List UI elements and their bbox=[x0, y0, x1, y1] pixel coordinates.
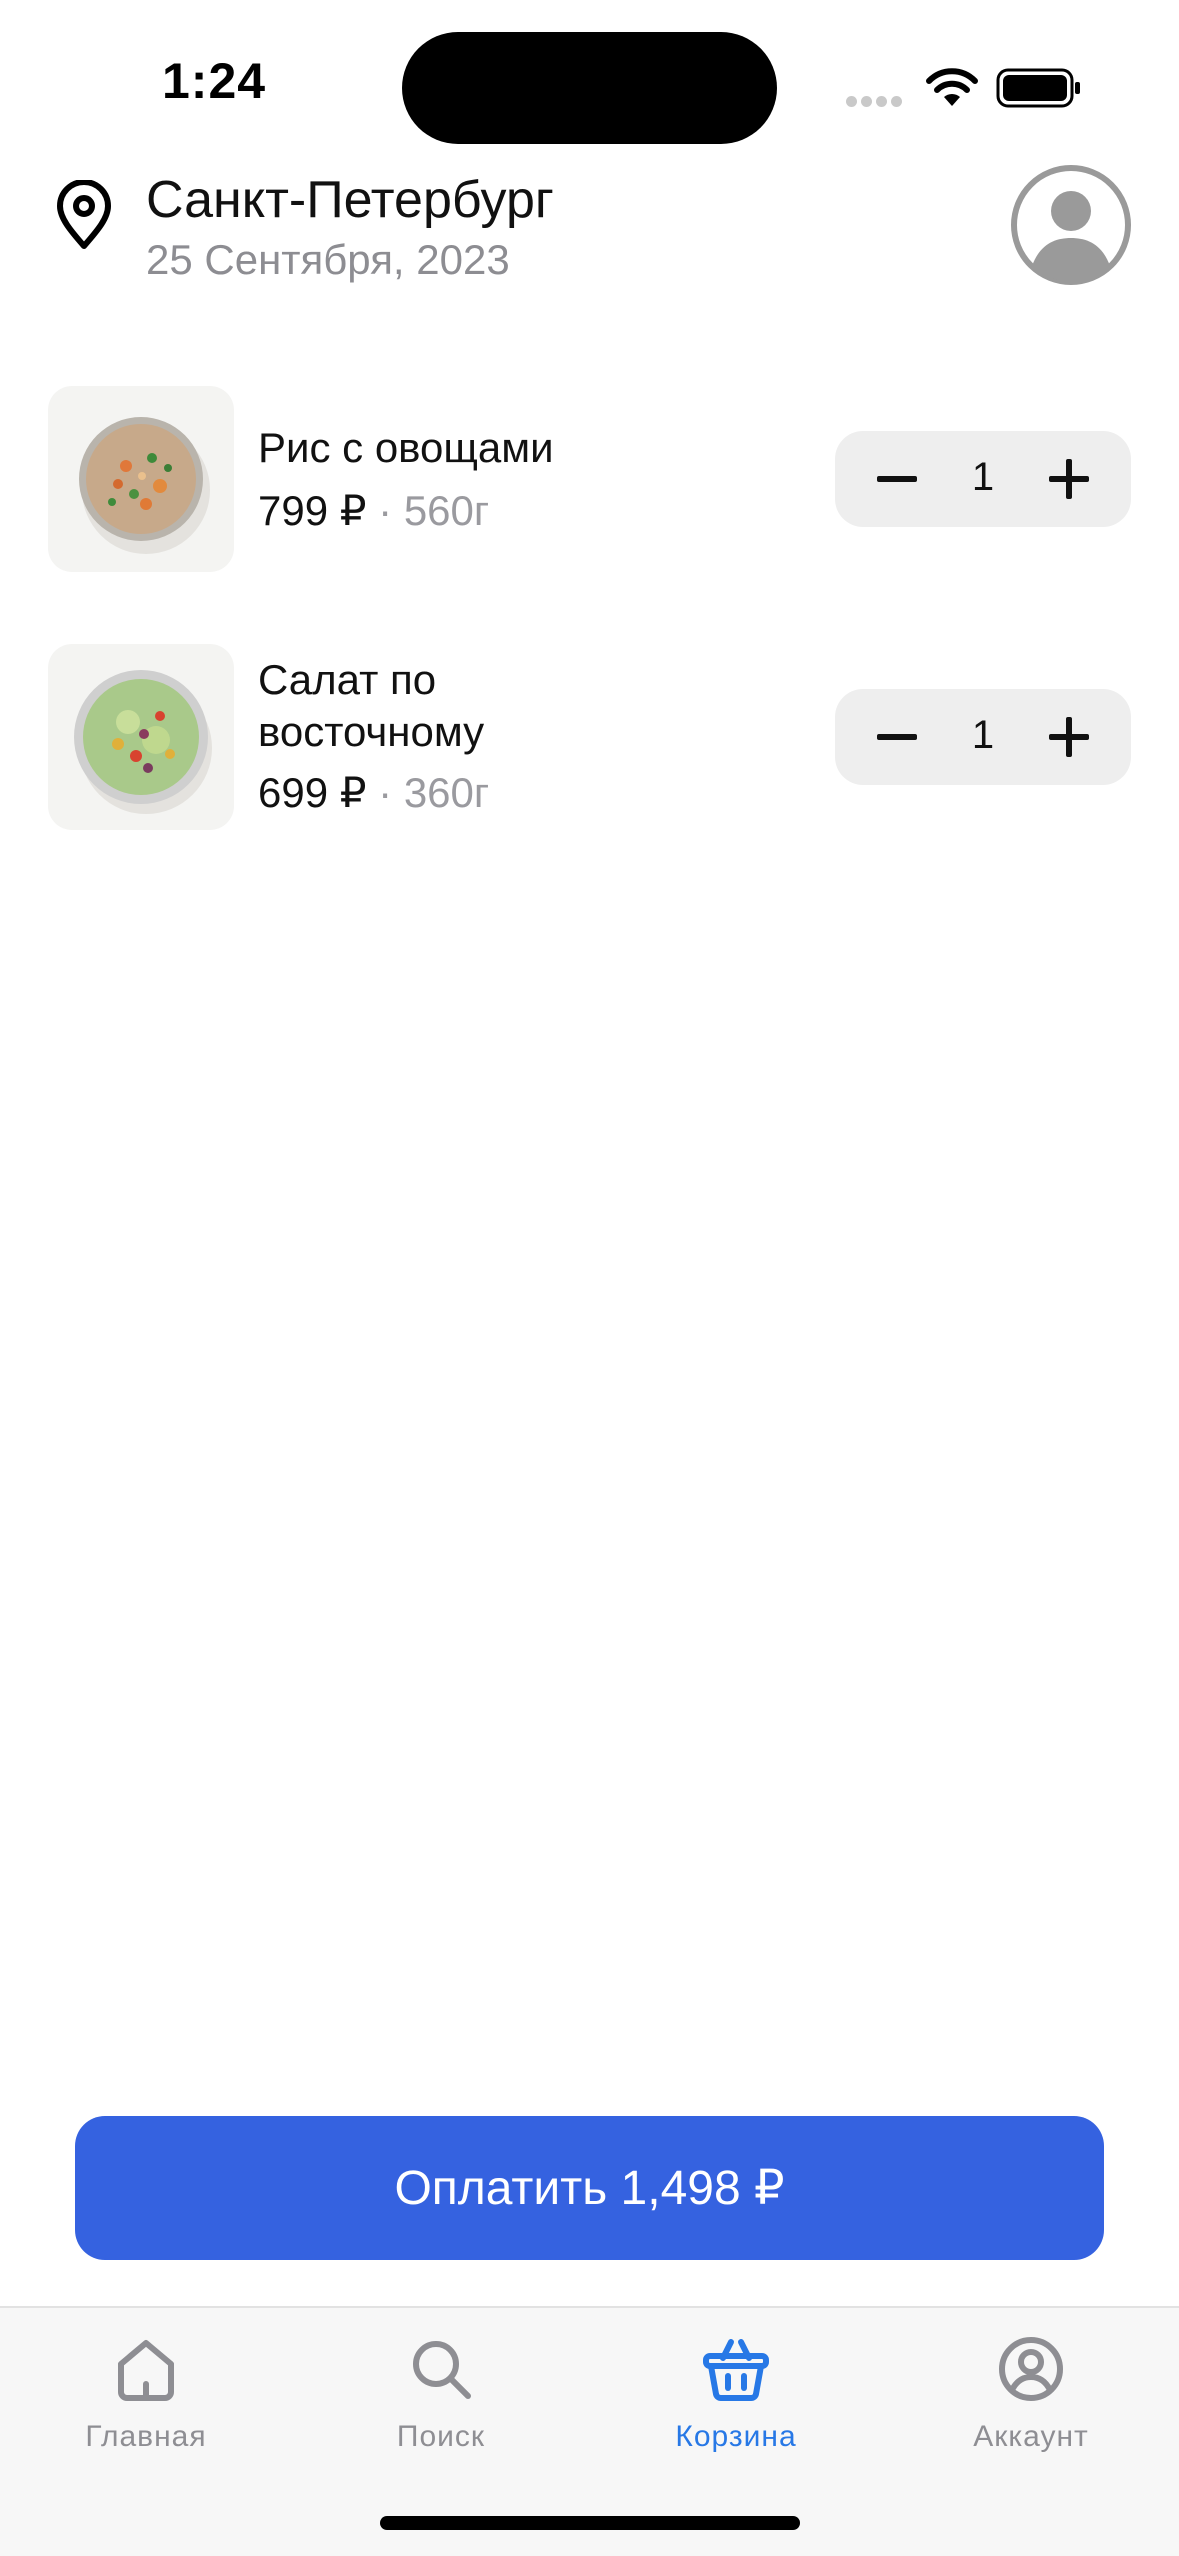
price-separator: · bbox=[378, 487, 393, 534]
basket-icon bbox=[703, 2339, 769, 2401]
item-photo-rice bbox=[48, 386, 234, 572]
tab-search[interactable]: Поиск bbox=[341, 2334, 541, 2484]
item-price: 699 ₽ bbox=[258, 769, 367, 816]
search-icon bbox=[413, 2341, 471, 2399]
home-icon bbox=[118, 2340, 174, 2401]
location-header: Санкт-Петербург 25 Сентября, 2023 bbox=[0, 160, 1179, 310]
price-separator: · bbox=[378, 769, 393, 816]
status-time: 1:24 bbox=[162, 53, 267, 109]
wifi-icon bbox=[926, 68, 978, 106]
home-indicator bbox=[380, 2516, 800, 2530]
item-weight: 560г bbox=[403, 487, 490, 534]
item-price: 799 ₽ bbox=[258, 487, 367, 534]
location-pin-icon[interactable] bbox=[52, 180, 116, 250]
tab-label: Аккаунт bbox=[973, 2420, 1089, 2453]
pay-button[interactable]: Оплатить 1,498 ₽ bbox=[75, 2116, 1104, 2260]
avatar[interactable] bbox=[1010, 164, 1132, 286]
tab-label: Поиск bbox=[396, 2420, 486, 2453]
tab-account[interactable]: Аккаунт bbox=[931, 2334, 1131, 2484]
city-name[interactable]: Санкт-Петербург bbox=[146, 170, 554, 230]
tab-bar: Главная Поиск Корзина Аккаунт bbox=[0, 2306, 1179, 2556]
dynamic-island bbox=[402, 32, 777, 144]
item-name: Рис с овощами bbox=[258, 424, 554, 471]
quantity-stepper: 1 bbox=[835, 431, 1131, 527]
delivery-date: 25 Сентября, 2023 bbox=[146, 236, 510, 283]
item-price-line: 799 ₽ · 560г bbox=[258, 486, 489, 535]
account-icon bbox=[999, 2337, 1063, 2401]
item-weight: 360г bbox=[403, 769, 490, 816]
cart-item: Салат по восточному 699 ₽ · 360г 1 bbox=[0, 644, 1179, 830]
battery-icon bbox=[996, 68, 1080, 108]
cellular-signal-icon bbox=[846, 94, 906, 107]
item-photo-salad bbox=[48, 644, 234, 830]
plus-icon[interactable] bbox=[1043, 711, 1095, 763]
quantity-stepper: 1 bbox=[835, 689, 1131, 785]
item-price-line: 699 ₽ · 360г bbox=[258, 768, 489, 817]
tab-label: Главная bbox=[85, 2420, 207, 2453]
plus-icon[interactable] bbox=[1043, 453, 1095, 505]
tab-home[interactable]: Главная bbox=[46, 2334, 246, 2484]
status-bar: 1:24 bbox=[0, 0, 1179, 150]
cart-item: Рис с овощами 799 ₽ · 560г 1 bbox=[0, 386, 1179, 572]
tab-label: Корзина bbox=[675, 2420, 797, 2453]
tab-cart[interactable]: Корзина bbox=[636, 2334, 836, 2484]
item-name: Салат по восточному bbox=[258, 656, 485, 755]
